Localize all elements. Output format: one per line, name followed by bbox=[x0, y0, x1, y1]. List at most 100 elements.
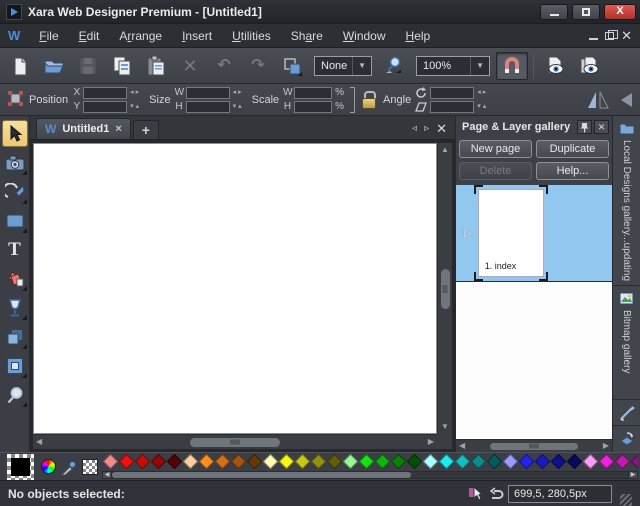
palette-scroll-right-icon[interactable]: ▶ bbox=[628, 471, 638, 479]
rectangle-tool[interactable] bbox=[2, 207, 28, 234]
save-button[interactable] bbox=[72, 52, 104, 80]
close-button[interactable]: X bbox=[604, 4, 636, 20]
color-swatch[interactable] bbox=[438, 454, 454, 470]
position-y-input[interactable] bbox=[83, 101, 127, 113]
color-swatch[interactable] bbox=[310, 454, 326, 470]
angle-input[interactable] bbox=[430, 87, 474, 99]
vertical-scroll-thumb[interactable] bbox=[441, 269, 450, 309]
menu-item-edit[interactable]: Edit bbox=[70, 26, 109, 46]
palette-scrollbar[interactable]: ◀ ▶ bbox=[102, 471, 638, 480]
new-page-button[interactable]: New page bbox=[459, 140, 532, 158]
zoom-tool-button[interactable] bbox=[378, 52, 410, 80]
lock-aspect-icon[interactable] bbox=[361, 91, 375, 108]
page-item-selected[interactable]: ▷ 1. index bbox=[456, 185, 612, 281]
color-swatch[interactable] bbox=[166, 454, 182, 470]
delete-page-button[interactable]: Delete bbox=[459, 162, 532, 180]
flip-3d-panel-button[interactable] bbox=[613, 426, 640, 452]
open-file-button[interactable] bbox=[38, 52, 70, 80]
color-swatch[interactable] bbox=[198, 454, 214, 470]
color-swatch[interactable] bbox=[182, 454, 198, 470]
photo-tool[interactable] bbox=[2, 149, 28, 176]
color-swatch[interactable] bbox=[486, 454, 502, 470]
no-color-swatch[interactable] bbox=[82, 459, 98, 475]
palette-scroll-left-icon[interactable]: ◀ bbox=[102, 471, 112, 479]
color-swatch[interactable] bbox=[358, 454, 374, 470]
color-swatch[interactable] bbox=[630, 454, 638, 470]
redo-button[interactable]: ↷ bbox=[242, 52, 274, 80]
share-panel-button[interactable] bbox=[613, 400, 640, 426]
shape-editor-tool[interactable] bbox=[2, 178, 28, 205]
menu-item-file[interactable]: File bbox=[30, 26, 67, 46]
color-swatch[interactable] bbox=[454, 454, 470, 470]
new-tab-button[interactable]: + bbox=[133, 120, 159, 139]
menu-item-help[interactable]: Help bbox=[397, 26, 440, 46]
color-swatch[interactable] bbox=[262, 454, 278, 470]
live-drag-indicator[interactable] bbox=[466, 486, 484, 502]
duplicate-button[interactable] bbox=[276, 52, 308, 80]
skew-input[interactable] bbox=[430, 101, 474, 113]
color-swatch[interactable] bbox=[422, 454, 438, 470]
shadow-tool[interactable] bbox=[2, 323, 28, 350]
zoom-tool[interactable] bbox=[2, 381, 28, 408]
color-swatch[interactable] bbox=[214, 454, 230, 470]
line-width-select[interactable]: None ▼ bbox=[314, 56, 372, 76]
page-thumbnail[interactable]: 1. index bbox=[478, 189, 544, 277]
canvas-page[interactable] bbox=[33, 143, 437, 434]
color-swatch[interactable] bbox=[582, 454, 598, 470]
scale-w-input[interactable] bbox=[294, 87, 332, 99]
gallery-scroll-thumb[interactable] bbox=[490, 443, 578, 450]
horizontal-scrollbar[interactable]: ◀ ▶ bbox=[33, 434, 437, 449]
scroll-right-icon[interactable]: ▶ bbox=[600, 439, 612, 453]
xara-w-icon[interactable]: W bbox=[8, 28, 20, 43]
palette-scroll-thumb[interactable] bbox=[112, 472, 411, 478]
scroll-right-icon[interactable]: ▶ bbox=[425, 435, 437, 449]
expander-triangle-icon[interactable]: ▷ bbox=[464, 228, 472, 239]
color-swatch[interactable] bbox=[294, 454, 310, 470]
scroll-down-icon[interactable]: ▼ bbox=[438, 420, 452, 434]
color-swatch[interactable] bbox=[470, 454, 486, 470]
scroll-left-icon[interactable]: ◀ bbox=[456, 439, 468, 453]
transparency-tool[interactable] bbox=[2, 294, 28, 321]
tab-local-designs-gallery[interactable]: Local Designs gallery...updating bbox=[613, 116, 640, 286]
mdi-restore-icon[interactable] bbox=[605, 32, 614, 40]
color-swatch[interactable] bbox=[230, 454, 246, 470]
preview-browser-button[interactable] bbox=[573, 52, 605, 80]
menu-item-insert[interactable]: Insert bbox=[173, 26, 221, 46]
minimize-button[interactable] bbox=[540, 4, 568, 20]
color-swatch[interactable] bbox=[406, 454, 422, 470]
color-swatch[interactable] bbox=[150, 454, 166, 470]
position-x-input[interactable] bbox=[83, 87, 127, 99]
vertical-scrollbar[interactable]: ▲ ▼ bbox=[437, 143, 452, 434]
spinner-up-down-icon[interactable]: ▾▴ bbox=[233, 103, 244, 110]
color-swatch[interactable] bbox=[134, 454, 150, 470]
color-swatch[interactable] bbox=[390, 454, 406, 470]
flip-vertical-icon[interactable] bbox=[618, 91, 634, 109]
color-swatch[interactable] bbox=[326, 454, 342, 470]
color-swatch[interactable] bbox=[278, 454, 294, 470]
menu-item-arrange[interactable]: Arrange bbox=[110, 26, 171, 46]
spinner-left-right-icon[interactable]: ◂▸ bbox=[130, 89, 141, 96]
next-document-icon[interactable]: ▹ bbox=[424, 124, 429, 134]
color-picker-button[interactable] bbox=[60, 458, 77, 475]
new-document-button[interactable] bbox=[4, 52, 36, 80]
size-w-input[interactable] bbox=[186, 87, 230, 99]
undo-button[interactable]: ↶ bbox=[208, 52, 240, 80]
scroll-left-icon[interactable]: ◀ bbox=[33, 435, 45, 449]
text-tool[interactable]: T bbox=[2, 236, 28, 263]
spinner-up-down-icon[interactable]: ▾▴ bbox=[477, 103, 488, 110]
scale-h-input[interactable] bbox=[294, 101, 332, 113]
fill-tool[interactable] bbox=[2, 265, 28, 292]
gallery-horizontal-scrollbar[interactable]: ◀ ▶ bbox=[456, 439, 612, 452]
tab-bitmap-gallery[interactable]: Bitmap gallery bbox=[613, 286, 640, 400]
prev-document-icon[interactable]: ◃ bbox=[412, 124, 417, 134]
snap-to-objects-button[interactable] bbox=[496, 52, 528, 80]
color-swatch[interactable] bbox=[342, 454, 358, 470]
spinner-up-down-icon[interactable]: ▾▴ bbox=[130, 103, 141, 110]
palette-scroll-track[interactable] bbox=[112, 471, 628, 479]
color-swatch[interactable] bbox=[246, 454, 262, 470]
color-swatch[interactable] bbox=[374, 454, 390, 470]
close-gallery-button[interactable]: ✕ bbox=[594, 120, 609, 134]
tab-untitled1[interactable]: W Untitled1 × bbox=[36, 118, 131, 139]
color-editor-button[interactable] bbox=[40, 458, 57, 475]
paste-button[interactable] bbox=[140, 52, 172, 80]
